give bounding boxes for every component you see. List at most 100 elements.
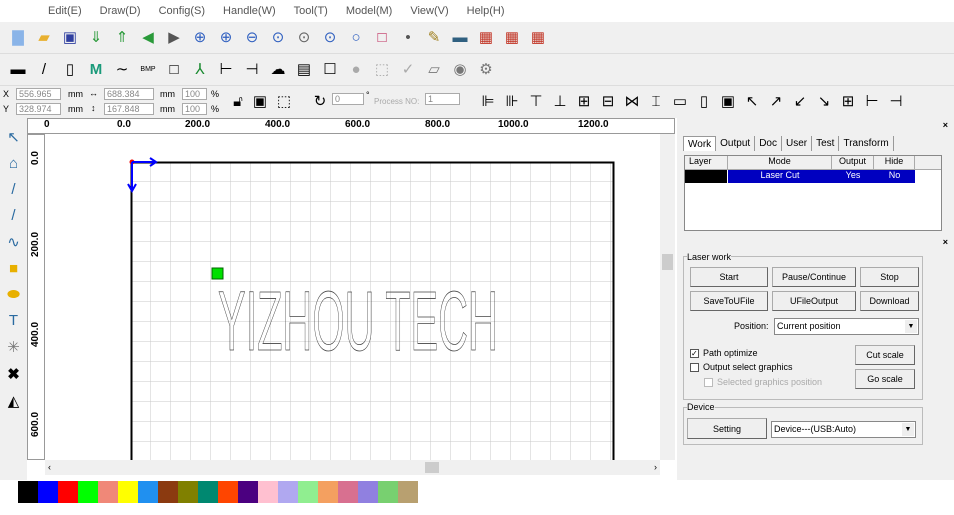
rotate-input[interactable]: 0: [332, 93, 364, 105]
color-swatch[interactable]: [378, 481, 398, 503]
array3-icon[interactable]: ▦: [528, 28, 548, 48]
save-to-ufile-button[interactable]: SaveToUFile: [690, 291, 768, 311]
save-icon[interactable]: ▣: [60, 28, 80, 48]
color-swatch[interactable]: [318, 481, 338, 503]
star-icon[interactable]: ✳: [7, 338, 20, 356]
left-edge-icon[interactable]: ⊢: [862, 91, 882, 111]
curve-icon[interactable]: ∿: [7, 233, 20, 251]
laser-head-icon[interactable]: ▬: [8, 60, 28, 80]
cut-scale-button[interactable]: Cut scale: [855, 345, 915, 365]
align-bottom-icon[interactable]: ⊥: [550, 91, 570, 111]
select-icon[interactable]: ↖: [7, 128, 20, 146]
color-swatch[interactable]: [118, 481, 138, 503]
line-icon[interactable]: /: [11, 181, 15, 198]
slant-rect-icon[interactable]: ▱: [424, 60, 444, 80]
new-file-icon[interactable]: ▇: [8, 28, 28, 48]
color-swatch[interactable]: [38, 481, 58, 503]
dot-icon[interactable]: •: [398, 28, 418, 48]
zoom-plus-icon[interactable]: ⊕: [216, 28, 236, 48]
move-br-icon[interactable]: ↘: [814, 91, 834, 111]
layer-icon[interactable]: ▤: [294, 60, 314, 80]
align-vcenter-icon[interactable]: ⊟: [598, 91, 618, 111]
menu-edit[interactable]: Edit(E): [48, 5, 82, 17]
hsize-icon[interactable]: ⊣: [242, 60, 262, 80]
color-swatch[interactable]: [18, 481, 38, 503]
color-swatch[interactable]: [398, 481, 418, 503]
corner-icon[interactable]: ⬚: [274, 91, 294, 111]
sphere-icon[interactable]: ●: [346, 60, 366, 80]
color-swatch[interactable]: [258, 481, 278, 503]
color-swatch[interactable]: [338, 481, 358, 503]
eye-icon[interactable]: ◉: [450, 60, 470, 80]
tab-user[interactable]: User: [782, 136, 813, 151]
mirror-icon[interactable]: ◭: [8, 392, 20, 410]
polyline-icon[interactable]: /: [11, 207, 15, 224]
align-left-icon[interactable]: ⊫: [478, 91, 498, 111]
check-icon[interactable]: ✓: [398, 60, 418, 80]
align-top-icon[interactable]: ⊤: [526, 91, 546, 111]
color-swatch[interactable]: [198, 481, 218, 503]
position-select[interactable]: Current position ▼: [774, 318, 919, 335]
same-width-icon[interactable]: ▭: [670, 91, 690, 111]
move-center-icon[interactable]: ⊞: [838, 91, 858, 111]
color-swatch[interactable]: [178, 481, 198, 503]
open-folder-icon[interactable]: ▰: [34, 28, 54, 48]
stop-button[interactable]: Stop: [860, 267, 919, 287]
width-input[interactable]: 688.384: [104, 88, 154, 100]
ufile-output-button[interactable]: UFileOutput: [772, 291, 856, 311]
height-input[interactable]: 167.848: [104, 103, 154, 115]
zoom-icon[interactable]: ⊙: [294, 28, 314, 48]
cell-output[interactable]: Yes: [832, 170, 874, 183]
array2-icon[interactable]: ▦: [502, 28, 522, 48]
y-input[interactable]: 328.974: [16, 103, 61, 115]
text-icon[interactable]: T: [9, 312, 18, 329]
equal-hspace-icon[interactable]: ⋈: [622, 91, 642, 111]
undo-icon[interactable]: ◀: [138, 28, 158, 48]
color-swatch[interactable]: [218, 481, 238, 503]
align-right-icon[interactable]: ⊪: [502, 91, 522, 111]
same-height-icon[interactable]: ▯: [694, 91, 714, 111]
color-swatch[interactable]: [298, 481, 318, 503]
start-button[interactable]: Start: [690, 267, 768, 287]
setting-button[interactable]: Setting: [687, 418, 767, 439]
zoom-page-icon[interactable]: ⊙: [268, 28, 288, 48]
rect-icon[interactable]: □: [164, 60, 184, 80]
array-icon[interactable]: ▦: [476, 28, 496, 48]
tab-work[interactable]: Work: [683, 136, 717, 151]
tab-transform[interactable]: Transform: [839, 136, 894, 151]
equal-vspace-icon[interactable]: ⌶: [646, 91, 666, 111]
menu-view[interactable]: View(V): [410, 5, 448, 17]
vertical-scrollbar[interactable]: [660, 134, 675, 460]
align-hcenter-icon[interactable]: ⊞: [574, 91, 594, 111]
download-button[interactable]: Download: [860, 291, 919, 311]
rotate-icon[interactable]: ↻: [310, 91, 330, 111]
m-icon[interactable]: M: [86, 60, 106, 80]
monitor-icon[interactable]: ▬: [450, 28, 470, 48]
color-swatch[interactable]: [98, 481, 118, 503]
menu-help[interactable]: Help(H): [467, 5, 505, 17]
scale-x-input[interactable]: 100: [182, 88, 207, 100]
checkbox[interactable]: [690, 363, 699, 373]
canvas-text[interactable]: YIZHOU TECH: [218, 274, 499, 369]
scale-y-input[interactable]: 100: [182, 103, 207, 115]
checkbox[interactable]: ✓: [690, 349, 699, 359]
menu-config[interactable]: Config(S): [159, 5, 205, 17]
x-input[interactable]: 556.965: [16, 88, 61, 100]
horizontal-scrollbar[interactable]: ‹ ›: [45, 460, 660, 475]
node-edit-icon[interactable]: ⌂: [9, 155, 18, 172]
gear-icon[interactable]: ⚙: [476, 60, 496, 80]
path-icon[interactable]: ✎: [424, 28, 444, 48]
close-panel-icon[interactable]: ×: [943, 237, 948, 247]
move-tl-icon[interactable]: ↖: [742, 91, 762, 111]
hspace-icon[interactable]: ⊢: [216, 60, 236, 80]
tab-doc[interactable]: Doc: [755, 136, 782, 151]
checkbox-icon[interactable]: ☐: [320, 60, 340, 80]
pause-continue-button[interactable]: Pause/Continue: [772, 267, 856, 287]
zoom-in-icon[interactable]: ⊕: [190, 28, 210, 48]
color-swatch[interactable]: [358, 481, 378, 503]
color-swatch[interactable]: [78, 481, 98, 503]
magic-wand-icon[interactable]: /: [34, 60, 54, 80]
tree-icon[interactable]: ⅄: [190, 60, 210, 80]
same-size-icon[interactable]: ▣: [718, 91, 738, 111]
menu-model[interactable]: Model(M): [346, 5, 392, 17]
